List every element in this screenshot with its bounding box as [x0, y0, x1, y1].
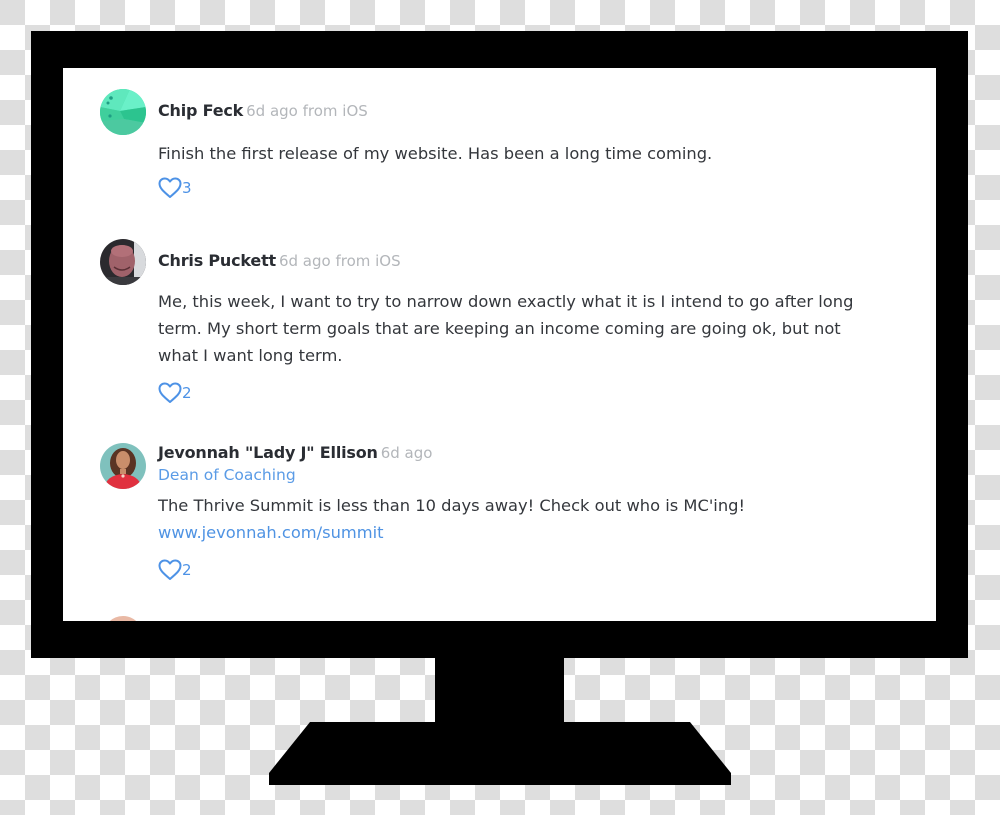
like-button[interactable]: 3 — [158, 177, 192, 199]
author-name[interactable]: Jevonnah "Lady J" Ellison — [158, 443, 378, 462]
like-button[interactable]: 2 — [158, 559, 192, 581]
post-body: The Thrive Summit is less than 10 days a… — [158, 492, 878, 546]
avatar[interactable] — [100, 89, 146, 135]
author-name[interactable]: Chip Feck — [158, 101, 243, 120]
post-meta: 6d ago from iOS — [246, 102, 368, 120]
post-meta: 6d ago — [380, 444, 433, 462]
avatar[interactable] — [100, 239, 146, 285]
post-header: Jevonnah "Lady J" Ellison 6d ago — [158, 443, 432, 463]
next-post-avatar — [103, 616, 143, 621]
heart-icon — [158, 382, 182, 403]
man-photo-avatar-icon — [100, 239, 146, 285]
heart-icon — [158, 559, 182, 580]
like-button[interactable]: 2 — [158, 382, 192, 404]
monitor-stand-base — [269, 722, 731, 785]
post-text: The Thrive Summit is less than 10 days a… — [158, 496, 746, 515]
author-role: Dean of Coaching — [158, 466, 296, 484]
post-body: Me, this week, I want to try to narrow d… — [158, 292, 854, 365]
post-meta: 6d ago from iOS — [278, 252, 401, 270]
post-header: Chip Feck 6d ago from iOS — [158, 101, 368, 121]
avatar[interactable] — [100, 443, 146, 489]
woman-photo-avatar-icon — [100, 443, 146, 489]
like-count: 3 — [182, 179, 192, 197]
monitor-stand-neck — [435, 657, 564, 723]
heart-icon — [158, 177, 182, 198]
like-count: 2 — [182, 561, 192, 579]
screen: Chip Feck 6d ago from iOS Finish the firs… — [63, 68, 936, 621]
author-name[interactable]: Chris Puckett — [158, 251, 276, 270]
post-body: Finish the first release of my website. … — [158, 144, 713, 163]
post-link[interactable]: www.jevonnah.com/summit — [158, 519, 878, 546]
like-count: 2 — [182, 384, 192, 402]
post-header: Chris Puckett 6d ago from iOS — [158, 251, 401, 271]
abstract-green-avatar-icon — [100, 89, 146, 135]
